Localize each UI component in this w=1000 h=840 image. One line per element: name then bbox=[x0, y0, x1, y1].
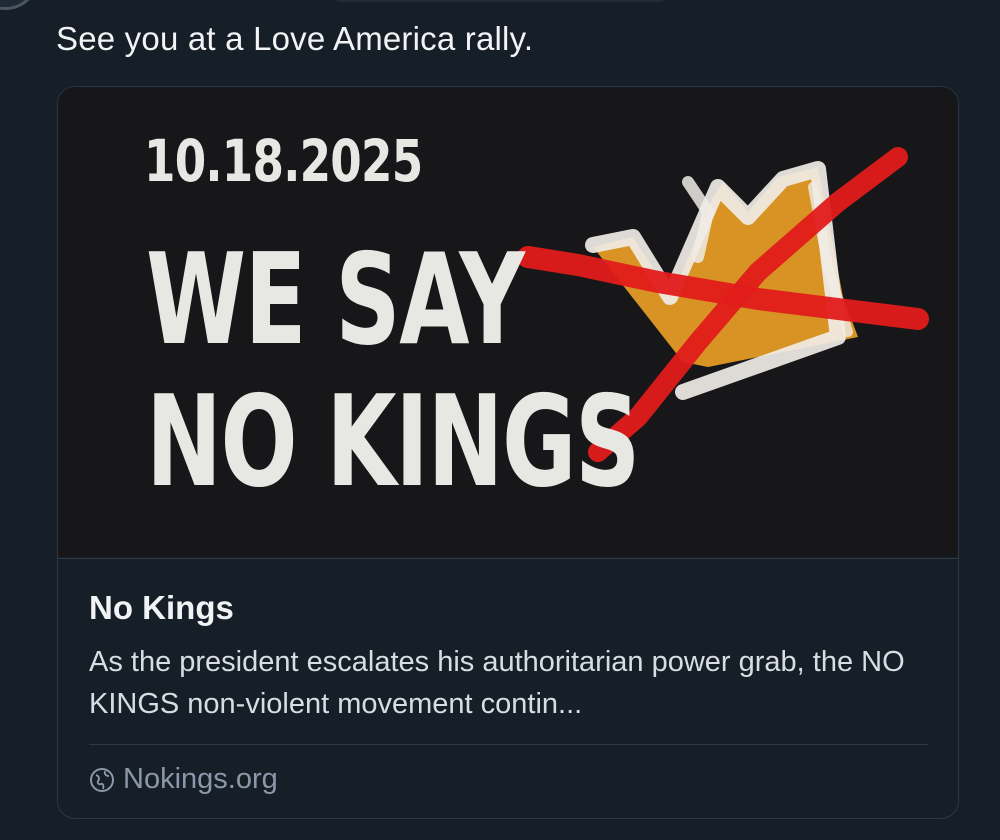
banner-date: 10.18.2025 bbox=[144, 127, 423, 195]
banner-headline-line1: WE SAY bbox=[146, 226, 525, 373]
avatar[interactable] bbox=[0, 0, 40, 10]
globe-icon bbox=[89, 767, 115, 793]
link-preview-body[interactable]: No Kings As the president escalates his … bbox=[58, 558, 958, 818]
post-text: See you at a Love America rally. bbox=[56, 20, 534, 57]
link-source[interactable]: Nokings.org bbox=[89, 763, 278, 796]
post-view: See you at a Love America rally. 10.18.2… bbox=[0, 0, 1000, 840]
link-description: As the president escalates his authorita… bbox=[89, 646, 905, 720]
banner-headline-line2: NO KINGS bbox=[146, 368, 640, 515]
link-source-domain: Nokings.org bbox=[123, 763, 278, 795]
post-header-cropped bbox=[330, 0, 670, 2]
link-title[interactable]: No Kings bbox=[89, 589, 234, 627]
link-preview-image[interactable]: 10.18.2025 WE SAY NO KINGS bbox=[58, 87, 958, 557]
link-preview-card[interactable]: 10.18.2025 WE SAY NO KINGS No Kings As t… bbox=[57, 86, 959, 819]
divider bbox=[89, 744, 928, 745]
